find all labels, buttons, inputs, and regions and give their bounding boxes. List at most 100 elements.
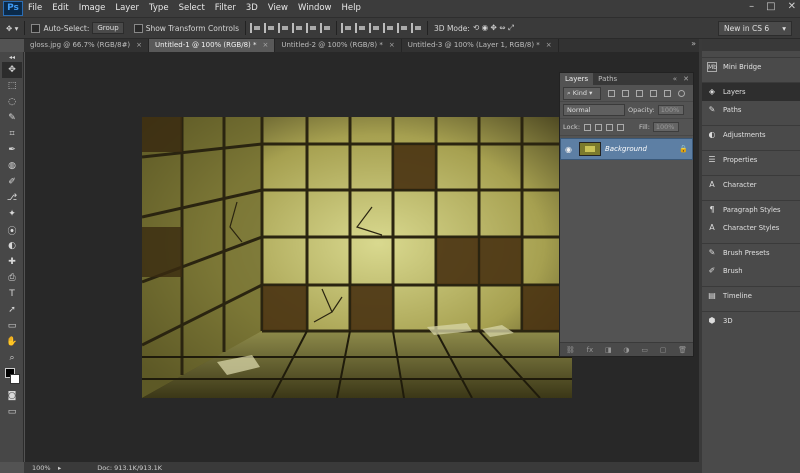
layer-row-background[interactable]: ◉ Background 🔒: [560, 138, 693, 160]
delete-layer-icon[interactable]: 🗑: [678, 346, 687, 354]
dock-item-brush-presets[interactable]: ✎ Brush Presets: [702, 244, 800, 262]
tab-paths[interactable]: Paths: [593, 73, 622, 85]
distribute-bottom-icon[interactable]: [369, 23, 380, 33]
auto-select-option[interactable]: Auto-Select: Group: [31, 22, 124, 34]
align-vertical-center-icon[interactable]: [264, 23, 275, 33]
auto-select-dropdown[interactable]: Group: [92, 22, 124, 34]
zoom-tool[interactable]: ⌕: [2, 350, 22, 366]
dock-item-brush[interactable]: ✐ Brush: [702, 262, 800, 280]
transform-controls-option[interactable]: Show Transform Controls: [133, 23, 239, 33]
dock-item-timeline[interactable]: ▤ Timeline: [702, 287, 800, 305]
collapse-panel-icon[interactable]: «: [673, 73, 677, 85]
dock-item-mini-bridge[interactable]: Mb Mini Bridge: [702, 58, 800, 76]
zoom-level[interactable]: 100%: [24, 464, 58, 472]
screen-mode-icon[interactable]: ▭: [2, 404, 22, 420]
tabs-overflow-icon[interactable]: »: [691, 39, 696, 48]
add-mask-icon[interactable]: ◨: [605, 346, 612, 354]
close-tab-icon[interactable]: ×: [389, 41, 395, 49]
minimize-button[interactable]: –: [749, 1, 754, 12]
menu-filter[interactable]: Filter: [210, 0, 241, 17]
dock-item-3d[interactable]: ⬢ 3D: [702, 312, 800, 330]
tab-untitled-3[interactable]: Untitled-3 @ 100% (Layer 1, RGB/8) * ×: [402, 39, 559, 52]
close-tab-icon[interactable]: ×: [136, 41, 142, 49]
menu-3d[interactable]: 3D: [241, 0, 263, 17]
menu-type[interactable]: Type: [144, 0, 174, 17]
menu-edit[interactable]: Edit: [47, 0, 73, 17]
crop-tool[interactable]: ⌗: [2, 126, 22, 142]
opacity-field[interactable]: 100%: [657, 105, 684, 115]
dock-header[interactable]: [702, 39, 800, 51]
filter-kind-dropdown[interactable]: ⌕ Kind ▾: [563, 86, 601, 100]
gradient-tool[interactable]: ◐: [2, 238, 22, 254]
tab-untitled-1[interactable]: Untitled-1 @ 100% (RGB/8) * ×: [149, 39, 276, 52]
distribute-hcenter-icon[interactable]: [397, 23, 408, 33]
brush-tool[interactable]: ✐: [2, 174, 22, 190]
filter-adjustment-icon[interactable]: [622, 89, 629, 97]
align-horizontal-center-icon[interactable]: [306, 23, 317, 33]
layer-style-icon[interactable]: fx: [587, 346, 594, 354]
blend-mode-dropdown[interactable]: Normal: [563, 104, 625, 116]
quick-selection-tool[interactable]: ✎: [2, 110, 22, 126]
pen-tool[interactable]: ⎙: [2, 270, 22, 286]
path-selection-tool[interactable]: ➚: [2, 302, 22, 318]
close-panel-icon[interactable]: ✕: [683, 73, 689, 85]
lock-position-icon[interactable]: [606, 123, 614, 131]
align-top-icon[interactable]: [250, 23, 261, 33]
lock-all-icon[interactable]: [617, 123, 625, 131]
adjustment-layer-icon[interactable]: ◑: [623, 346, 629, 354]
dock-item-character-styles[interactable]: A Character Styles: [702, 219, 800, 237]
menu-window[interactable]: Window: [293, 0, 337, 17]
quick-mask-icon[interactable]: ◙: [2, 388, 22, 404]
close-tab-icon[interactable]: ×: [546, 41, 552, 49]
filter-toggle-icon[interactable]: [678, 89, 685, 97]
auto-select-checkbox[interactable]: [31, 23, 41, 33]
close-tab-icon[interactable]: ×: [263, 41, 269, 49]
dock-item-adjustments[interactable]: ◐ Adjustments: [702, 126, 800, 144]
dock-item-properties[interactable]: ☰ Properties: [702, 151, 800, 169]
close-button[interactable]: ✕: [788, 1, 796, 12]
maximize-button[interactable]: □: [766, 1, 775, 12]
tab-gloss[interactable]: gloss.jpg @ 66.7% (RGB/8#) ×: [24, 39, 150, 52]
dock-item-paragraph-styles[interactable]: ¶ Paragraph Styles: [702, 201, 800, 219]
distribute-left-icon[interactable]: [383, 23, 394, 33]
healing-brush-tool[interactable]: ◍: [2, 158, 22, 174]
link-layers-icon[interactable]: ⛓: [566, 346, 575, 354]
filter-shape-icon[interactable]: [650, 89, 657, 97]
eyedropper-tool[interactable]: ✒: [2, 142, 22, 158]
lock-image-icon[interactable]: [595, 123, 603, 131]
dock-item-layers[interactable]: ◈ Layers: [702, 83, 800, 101]
background-color-swatch[interactable]: [10, 374, 20, 384]
dock-item-paths[interactable]: ✎ Paths: [702, 101, 800, 119]
shape-tool[interactable]: ▭: [2, 318, 22, 334]
history-brush-tool[interactable]: ✦: [2, 206, 22, 222]
menu-help[interactable]: Help: [337, 0, 366, 17]
lasso-tool[interactable]: ◌: [2, 94, 22, 110]
marquee-tool[interactable]: ⬚: [2, 78, 22, 94]
tools-collapse-icon[interactable]: ◂◂: [2, 52, 22, 62]
color-swatches[interactable]: [2, 366, 22, 388]
lock-transparent-icon[interactable]: [584, 123, 592, 131]
new-group-icon[interactable]: ▭: [641, 346, 648, 354]
eraser-tool[interactable]: ⦿: [2, 222, 22, 238]
menu-image[interactable]: Image: [74, 0, 111, 17]
align-right-icon[interactable]: [320, 23, 331, 33]
align-bottom-icon[interactable]: [278, 23, 289, 33]
move-tool-preset[interactable]: ✥ ▾: [6, 24, 18, 33]
workspace-dropdown[interactable]: New in CS 6 ▾: [718, 21, 792, 36]
tab-layers[interactable]: Layers: [560, 73, 594, 85]
document-canvas[interactable]: [142, 117, 572, 398]
layer-name[interactable]: Background: [605, 145, 675, 153]
hand-tool[interactable]: ✋: [2, 334, 22, 350]
3d-rotate-icon[interactable]: ⟲ ◉ ✥ ⇔ ⤢: [473, 23, 514, 33]
clone-stamp-tool[interactable]: ⎇: [2, 190, 22, 206]
tab-untitled-2[interactable]: Untitled-2 @ 100% (RGB/8) * ×: [275, 39, 402, 52]
menu-select[interactable]: Select: [174, 0, 210, 17]
dock-item-character[interactable]: A Character: [702, 176, 800, 194]
visibility-eye-icon[interactable]: ◉: [565, 145, 575, 154]
menu-layer[interactable]: Layer: [110, 0, 144, 17]
filter-pixel-icon[interactable]: [608, 89, 615, 97]
distribute-right-icon[interactable]: [411, 23, 422, 33]
dodge-tool[interactable]: ✚: [2, 254, 22, 270]
transform-controls-checkbox[interactable]: [133, 23, 143, 33]
distribute-center-icon[interactable]: [355, 23, 366, 33]
